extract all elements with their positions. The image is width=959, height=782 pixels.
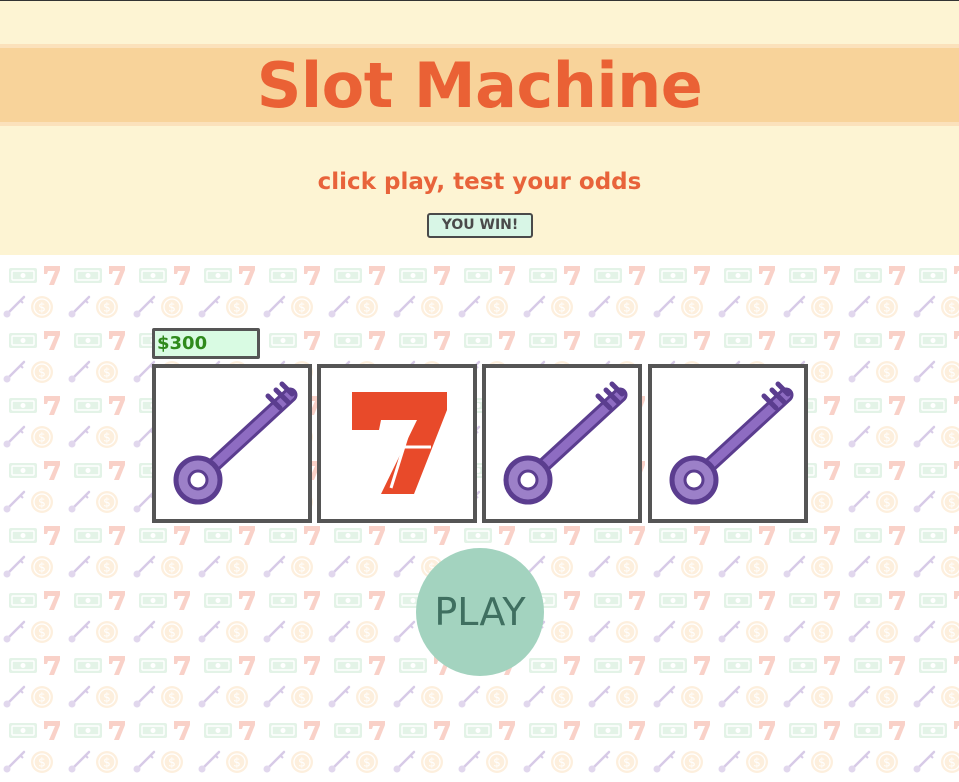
reel-3 (482, 364, 642, 523)
page-title: Slot Machine (256, 49, 703, 122)
background-pattern: $ (0, 255, 959, 782)
balance-display: $300 (152, 328, 260, 359)
page-subtitle: click play, test your odds (317, 169, 642, 195)
reel-4 (648, 364, 808, 523)
result-badge: YOU WIN! (427, 213, 533, 238)
symbol-pattern: $ (0, 255, 959, 782)
reel-1 (152, 364, 312, 523)
play-button[interactable]: PLAY (416, 548, 544, 676)
seven-icon (352, 392, 447, 494)
key-icon (669, 381, 794, 505)
key-icon (503, 381, 628, 505)
reel-2 (317, 364, 477, 523)
key-icon (173, 381, 298, 505)
